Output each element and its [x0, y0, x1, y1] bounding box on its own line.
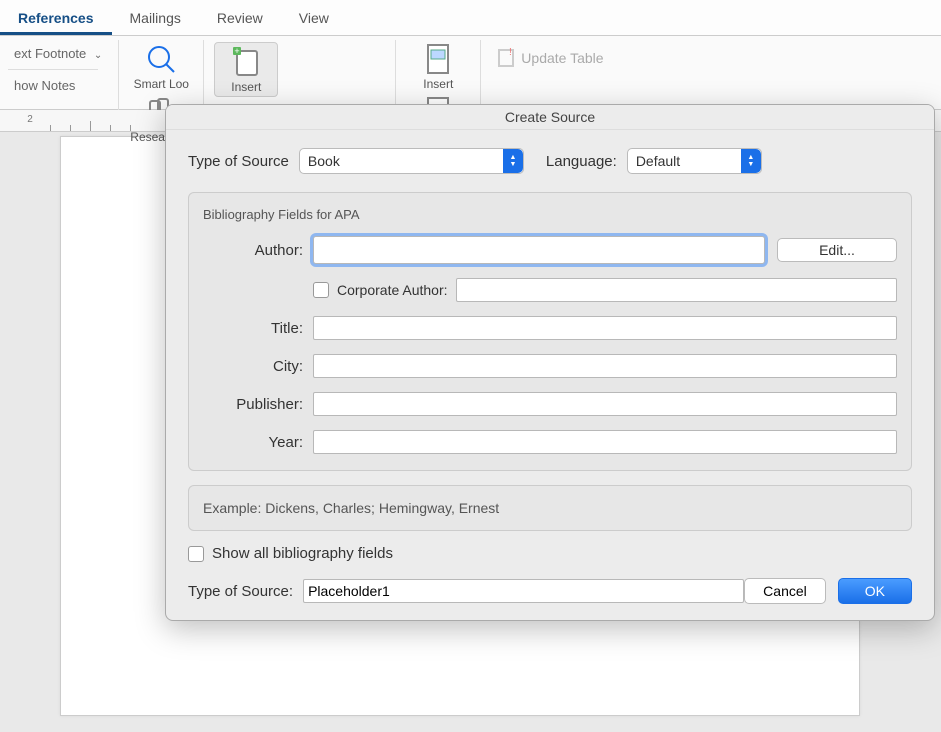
year-label: Year:	[203, 434, 303, 451]
year-input[interactable]	[313, 430, 897, 454]
next-footnote-button[interactable]: ext Footnote ⌄	[8, 42, 108, 65]
show-all-checkbox[interactable]	[188, 546, 204, 562]
type-of-source-label: Type of Source	[188, 153, 289, 170]
create-source-dialog: Create Source Type of Source Book ▲▼ Lan…	[165, 104, 935, 621]
author-row: Author: Edit...	[203, 236, 897, 264]
title-row: Title:	[203, 316, 897, 340]
author-label: Author:	[203, 242, 303, 259]
update-icon: !	[497, 48, 515, 68]
edit-author-button[interactable]: Edit...	[777, 238, 897, 262]
language-select[interactable]: Default ▲▼	[627, 148, 762, 174]
bibliography-fieldset: Bibliography Fields for APA Author: Edit…	[188, 192, 912, 471]
tab-mailings[interactable]: Mailings	[112, 4, 199, 35]
tab-references[interactable]: References	[0, 4, 112, 35]
dialog-title: Create Source	[166, 105, 934, 130]
city-row: City:	[203, 354, 897, 378]
magnifier-icon	[144, 42, 178, 76]
publisher-row: Publisher:	[203, 392, 897, 416]
tag-name-input[interactable]	[303, 579, 744, 603]
select-arrows-icon: ▲▼	[503, 149, 523, 173]
ruler-number: 2	[27, 114, 33, 125]
title-input[interactable]	[313, 316, 897, 340]
ribbon-toolbar: ext Footnote ⌄ how Notes Smart Loo Resea…	[0, 36, 941, 110]
show-all-row: Show all bibliography fields	[188, 545, 912, 562]
svg-text:!: !	[509, 48, 512, 58]
insert-bibliography-label: Insert	[423, 78, 453, 91]
publisher-input[interactable]	[313, 392, 897, 416]
year-row: Year:	[203, 430, 897, 454]
chevron-down-icon: ⌄	[94, 50, 102, 61]
type-of-source-select[interactable]: Book ▲▼	[299, 148, 524, 174]
insert-bibliography-button[interactable]: Insert	[406, 42, 470, 91]
publisher-label: Publisher:	[203, 396, 303, 413]
smart-lookup-label: Smart Loo	[134, 78, 189, 91]
update-table-button: ! Update Table	[491, 42, 609, 74]
update-table-label: Update Table	[521, 50, 603, 66]
show-notes-button[interactable]: how Notes	[8, 74, 81, 97]
tab-view[interactable]: View	[281, 4, 347, 35]
author-input[interactable]	[313, 236, 765, 264]
language-label: Language:	[546, 153, 617, 170]
book-plus-icon: +	[229, 45, 263, 79]
show-all-label: Show all bibliography fields	[212, 545, 393, 562]
type-of-source-value: Book	[308, 153, 340, 169]
svg-text:+: +	[235, 46, 240, 56]
insert-citation-button[interactable]: + Insert	[214, 42, 278, 97]
cancel-button[interactable]: Cancel	[744, 578, 826, 604]
tag-row: Type of Source: Cancel OK	[188, 578, 912, 604]
ribbon-tabs: References Mailings Review View	[0, 0, 941, 36]
document-image-icon	[421, 42, 455, 76]
ok-button[interactable]: OK	[838, 578, 912, 604]
city-input[interactable]	[313, 354, 897, 378]
corporate-author-checkbox[interactable]	[313, 282, 329, 298]
fieldset-legend: Bibliography Fields for APA	[203, 207, 897, 222]
insert-citation-label: Insert	[231, 81, 261, 94]
title-label: Title:	[203, 320, 303, 337]
corporate-author-row: Corporate Author:	[313, 278, 897, 302]
tag-label: Type of Source:	[188, 583, 293, 600]
corporate-author-input[interactable]	[456, 278, 897, 302]
select-arrows-icon: ▲▼	[741, 149, 761, 173]
type-language-row: Type of Source Book ▲▼ Language: Default…	[188, 148, 912, 174]
corporate-author-label: Corporate Author:	[337, 282, 448, 298]
next-footnote-label: ext Footnote	[14, 46, 86, 61]
smart-lookup-button[interactable]: Smart Loo	[129, 42, 193, 91]
example-box: Example: Dickens, Charles; Hemingway, Er…	[188, 485, 912, 531]
language-value: Default	[636, 153, 680, 169]
tab-review[interactable]: Review	[199, 4, 281, 35]
city-label: City:	[203, 358, 303, 375]
